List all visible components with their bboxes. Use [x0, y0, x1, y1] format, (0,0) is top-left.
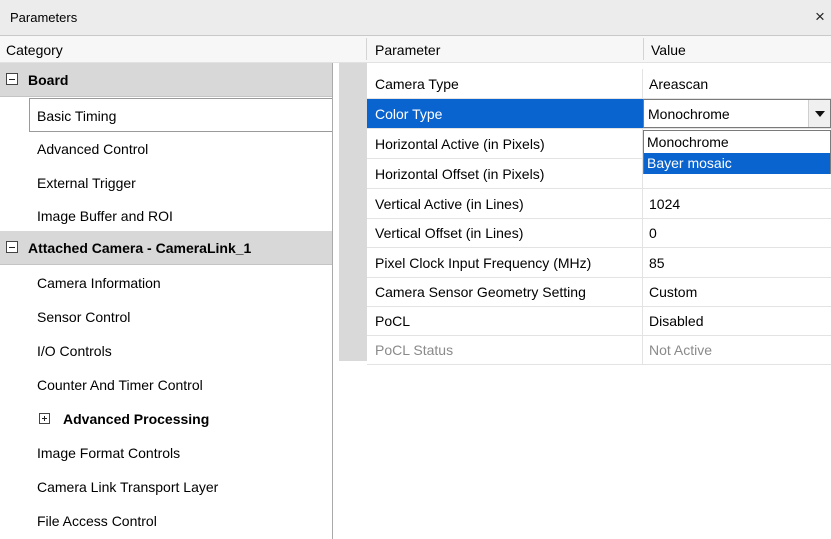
param-name: Camera Sensor Geometry Setting [375, 284, 586, 300]
close-icon[interactable]: × [809, 6, 831, 28]
param-row[interactable]: Vertical Active (in Lines) 1024 [367, 189, 831, 219]
param-row[interactable]: Camera Sensor Geometry Setting Custom [367, 277, 831, 307]
column-divider[interactable] [643, 38, 644, 60]
value-header[interactable]: Value [651, 42, 686, 58]
param-row[interactable]: PoCL Disabled [367, 306, 831, 336]
chevron-down-icon[interactable] [808, 100, 830, 127]
tree-item-label: Camera Link Transport Layer [37, 479, 219, 495]
tree-item-advanced-control[interactable]: Advanced Control [0, 132, 332, 166]
tree-item-counter-timer-control[interactable]: Counter And Timer Control [0, 368, 332, 402]
tree-item-sensor-control[interactable]: Sensor Control [0, 300, 332, 334]
tree-group-label: Board [28, 72, 69, 88]
dropdown-option-monochrome[interactable]: Monochrome [644, 132, 830, 153]
column-divider[interactable] [366, 38, 367, 60]
tree-item-label: Basic Timing [37, 108, 117, 124]
tree-item-label: File Access Control [37, 513, 157, 529]
parameter-header[interactable]: Parameter [375, 42, 440, 58]
select-value: Monochrome [648, 106, 730, 122]
tree-group-board[interactable]: Board [0, 63, 332, 97]
tree-item-label: Counter And Timer Control [37, 377, 203, 393]
tree-item-label: Image Format Controls [37, 445, 181, 461]
param-row-disabled: PoCL Status Not Active [367, 335, 831, 365]
tree-item-camera-link-transport[interactable]: Camera Link Transport Layer [0, 470, 332, 504]
tree-item-external-trigger[interactable]: External Trigger [0, 166, 332, 200]
param-name: Pixel Clock Input Frequency (MHz) [375, 255, 592, 271]
param-value[interactable]: Areascan [649, 76, 708, 92]
param-value[interactable]: 0 [649, 225, 657, 241]
param-name: PoCL [375, 313, 411, 329]
param-value[interactable]: Custom [649, 284, 697, 300]
tree-item-camera-information[interactable]: Camera Information [0, 266, 332, 300]
collapse-icon[interactable] [6, 73, 18, 85]
param-row[interactable]: Vertical Offset (in Lines) 0 [367, 218, 831, 248]
param-value[interactable]: 85 [649, 255, 665, 271]
tree-subgroup-label: Advanced Processing [63, 411, 210, 427]
cell-divider [642, 189, 643, 218]
param-name: Vertical Offset (in Lines) [375, 225, 524, 241]
cell-divider [642, 277, 643, 306]
param-row[interactable]: Camera Type Areascan [367, 69, 831, 99]
tree-item-label: Advanced Control [37, 141, 149, 157]
param-name: Camera Type [375, 76, 459, 92]
param-value[interactable]: Disabled [649, 313, 703, 329]
column-header-row: Category Parameter Value [0, 36, 831, 63]
collapse-icon[interactable] [6, 241, 18, 253]
color-type-dropdown-list: Monochrome Bayer mosaic [643, 130, 831, 174]
cell-divider [642, 69, 643, 98]
param-value: Not Active [649, 342, 713, 358]
window-titlebar: Parameters × [0, 0, 831, 36]
window-title: Parameters [10, 10, 78, 25]
param-name: Color Type [375, 106, 443, 122]
category-tree: Board Basic Timing Advanced Control Exte… [0, 63, 333, 539]
tree-item-label: External Trigger [37, 175, 136, 191]
tree-item-file-access-control[interactable]: File Access Control [0, 504, 332, 538]
cell-divider [642, 335, 643, 364]
param-value[interactable]: 1024 [649, 196, 680, 212]
row-gutter [339, 63, 367, 361]
tree-group-attached-camera[interactable]: Attached Camera - CameraLink_1 [0, 231, 332, 265]
tree-item-label: Image Buffer and ROI [37, 208, 173, 224]
tree-item-image-format-controls[interactable]: Image Format Controls [0, 436, 332, 470]
tree-item-label: I/O Controls [37, 343, 112, 359]
expand-icon[interactable] [39, 413, 50, 424]
color-type-select[interactable]: Monochrome [643, 99, 831, 128]
tree-group-label: Attached Camera - CameraLink_1 [28, 240, 252, 256]
param-name: Vertical Active (in Lines) [375, 196, 524, 212]
cell-divider [642, 248, 643, 277]
param-row[interactable]: Pixel Clock Input Frequency (MHz) 85 [367, 248, 831, 278]
category-header: Category [6, 42, 63, 58]
tree-item-label: Sensor Control [37, 309, 131, 325]
parameter-grid: Camera Type Areascan Color Type Horizont… [339, 63, 831, 539]
param-name: Horizontal Offset (in Pixels) [375, 166, 545, 182]
tree-subgroup-advanced-processing[interactable]: Advanced Processing [0, 402, 332, 436]
param-name: PoCL Status [375, 342, 454, 358]
cell-divider [642, 218, 643, 247]
tree-item-basic-timing[interactable]: Basic Timing [29, 98, 332, 132]
dropdown-option-bayer-mosaic[interactable]: Bayer mosaic [644, 153, 830, 174]
tree-item-image-buffer-roi[interactable]: Image Buffer and ROI [0, 199, 332, 233]
param-name: Horizontal Active (in Pixels) [375, 136, 545, 152]
tree-item-label: Camera Information [37, 275, 161, 291]
cell-divider [642, 306, 643, 335]
tree-item-io-controls[interactable]: I/O Controls [0, 334, 332, 368]
